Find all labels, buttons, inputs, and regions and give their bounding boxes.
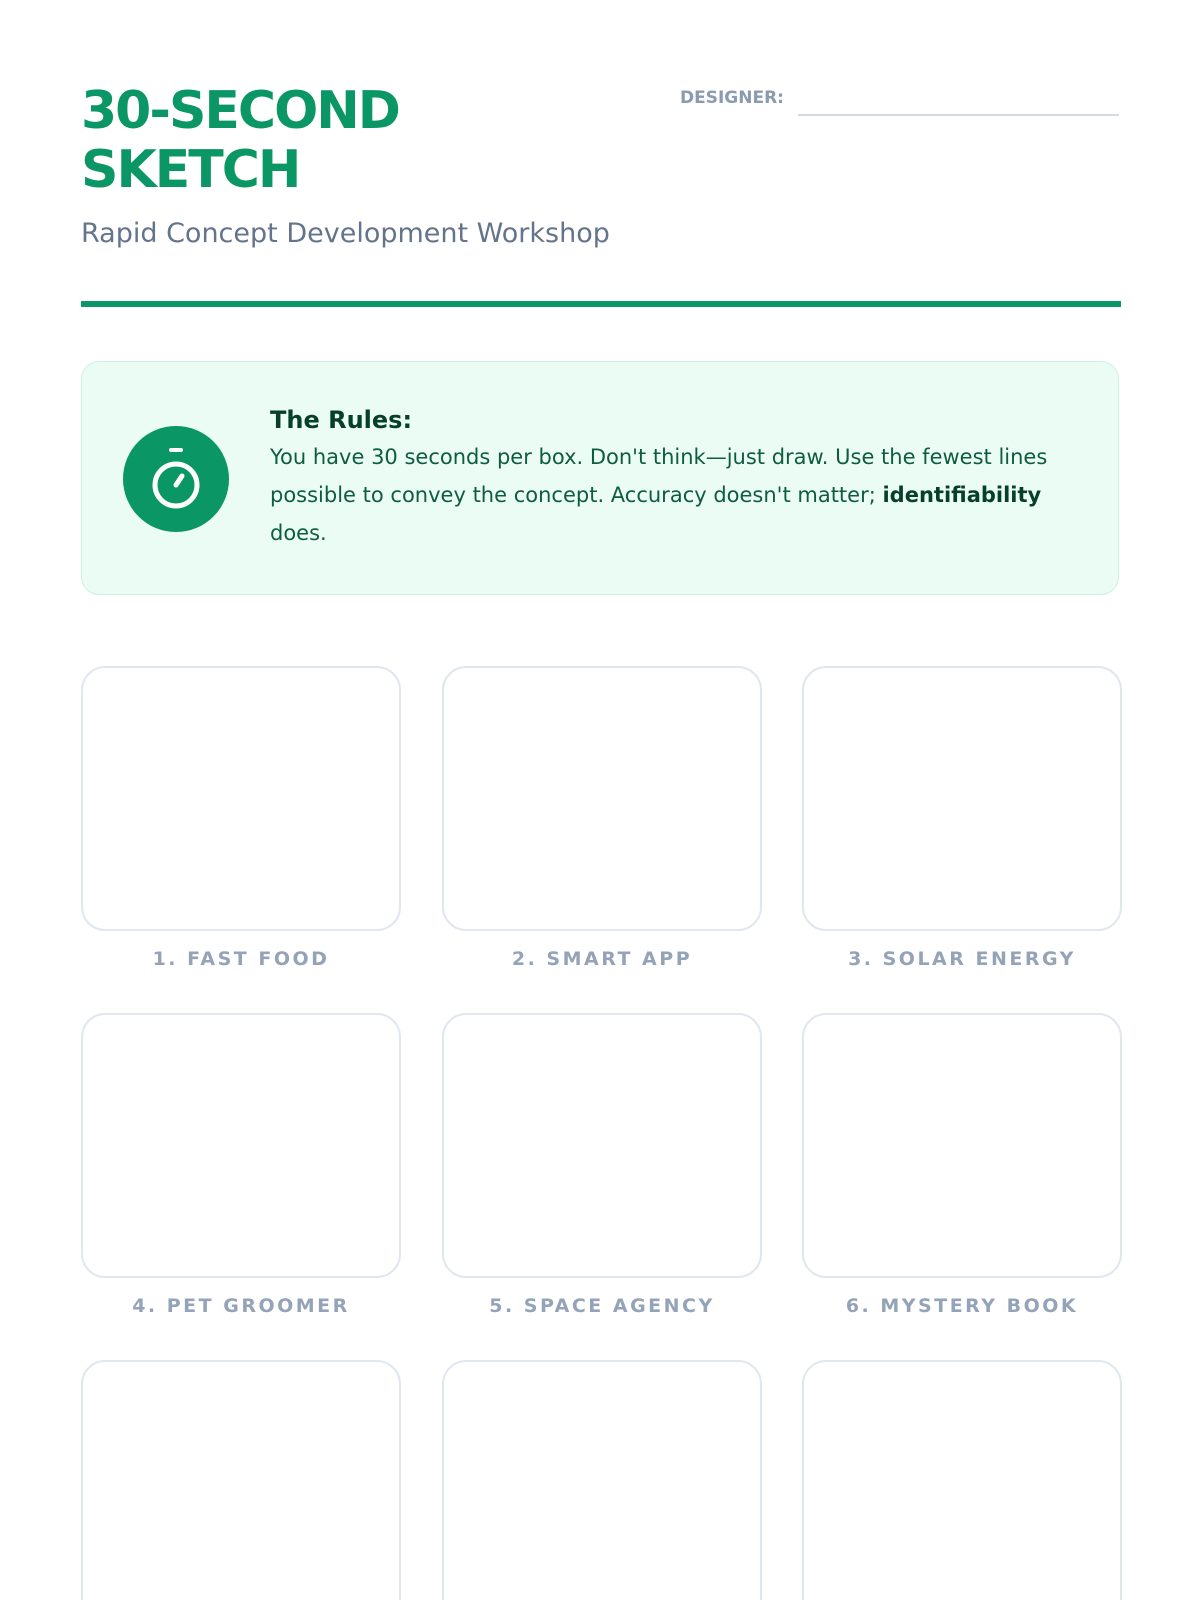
sketch-box[interactable]: [802, 666, 1122, 931]
rules-heading: The Rules:: [270, 406, 413, 434]
sketch-cell-3: 3. SOLAR ENERGY: [802, 666, 1122, 970]
sketch-box[interactable]: [81, 666, 401, 931]
sketch-box[interactable]: [442, 1360, 762, 1600]
page-subtitle: Rapid Concept Development Workshop: [81, 218, 610, 249]
sketch-box[interactable]: [81, 1013, 401, 1278]
sketch-cell-4: 4. PET GROOMER: [81, 1013, 401, 1317]
designer-field: DESIGNER:: [680, 88, 1119, 116]
sketch-label: 1. FAST FOOD: [152, 948, 330, 970]
sketch-label: 5. SPACE AGENCY: [489, 1295, 715, 1317]
designer-name-line[interactable]: [797, 114, 1119, 116]
stopwatch-icon: [123, 426, 229, 532]
rules-text: The Rules: You have 30 seconds per box. …: [270, 406, 1070, 552]
header-divider: [81, 301, 1121, 307]
sketch-label: 4. PET GROOMER: [132, 1295, 350, 1317]
rules-body-end: does.: [270, 521, 327, 545]
sketch-cell-9: [802, 1360, 1122, 1600]
sketch-cell-5: 5. SPACE AGENCY: [442, 1013, 762, 1317]
sketch-cell-1: 1. FAST FOOD: [81, 666, 401, 970]
sketch-box[interactable]: [442, 1013, 762, 1278]
sketch-label: 2. SMART APP: [511, 948, 693, 970]
rules-emphasis: identifiability: [882, 483, 1042, 507]
sketch-cell-2: 2. SMART APP: [442, 666, 762, 970]
sketch-box[interactable]: [802, 1360, 1122, 1600]
rules-body: You have 30 seconds per box. Don't think…: [270, 438, 1070, 552]
sketch-cell-6: 6. MYSTERY BOOK: [802, 1013, 1122, 1317]
sketch-cell-7: [81, 1360, 401, 1600]
sketch-box[interactable]: [442, 666, 762, 931]
header: 30-SECOND SKETCH Rapid Concept Developme…: [81, 81, 1121, 249]
sketch-box[interactable]: [802, 1013, 1122, 1278]
sketch-cell-8: [442, 1360, 762, 1600]
sketch-label: 3. SOLAR ENERGY: [848, 948, 1076, 970]
designer-label: DESIGNER:: [680, 88, 784, 108]
sketch-label: 6. MYSTERY BOOK: [845, 1295, 1079, 1317]
rules-callout: The Rules: You have 30 seconds per box. …: [81, 361, 1119, 595]
sketch-box[interactable]: [81, 1360, 401, 1600]
worksheet-page: 30-SECOND SKETCH Rapid Concept Developme…: [0, 0, 1200, 1600]
page-title: 30-SECOND SKETCH: [81, 81, 401, 200]
